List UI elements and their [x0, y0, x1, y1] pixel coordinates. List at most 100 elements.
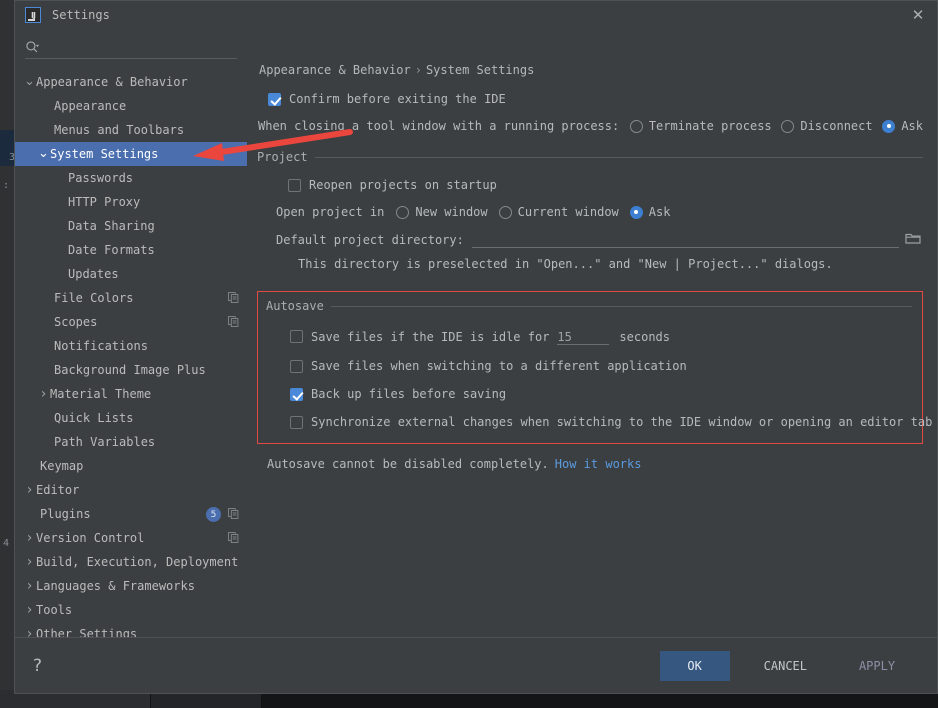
- help-button[interactable]: ?: [33, 656, 42, 676]
- radio-terminate-process[interactable]: [629, 119, 643, 133]
- autosave-sync-row[interactable]: Synchronize external changes when switch…: [266, 415, 932, 429]
- sidebar-item-editor[interactable]: › Editor: [15, 478, 247, 502]
- search-box[interactable]: [25, 37, 237, 59]
- settings-tree[interactable]: ⌄ Appearance & Behavior Appearance Menus an…: [15, 70, 247, 637]
- dialog-body: ⌄ Appearance & Behavior Appearance Menus an…: [15, 29, 937, 637]
- radio-current-window-label[interactable]: Current window: [518, 205, 619, 219]
- dialog-footer: ? OK CANCEL APPLY: [15, 637, 937, 693]
- sidebar-item-updates[interactable]: Updates: [15, 262, 247, 286]
- project-group: Project Reopen projects on startup Open …: [257, 149, 923, 271]
- chevron-right-icon[interactable]: ›: [23, 554, 36, 570]
- sidebar-item-material-theme[interactable]: › Material Theme: [15, 382, 247, 406]
- chevron-right-icon[interactable]: ›: [23, 482, 36, 498]
- sidebar-item-notifications[interactable]: Notifications: [15, 334, 247, 358]
- radio-ask-openproject-label[interactable]: Ask: [649, 205, 671, 219]
- radio-terminate-process-label[interactable]: Terminate process: [649, 119, 772, 133]
- project-group-divider: [314, 156, 923, 158]
- chevron-right-icon[interactable]: ›: [23, 530, 36, 546]
- autosave-group-header: Autosave: [266, 298, 912, 314]
- sidebar-item-date-formats[interactable]: Date Formats: [15, 238, 247, 262]
- sidebar-item-label: Keymap: [40, 459, 84, 473]
- autosave-backup-row[interactable]: Back up files before saving: [266, 387, 912, 401]
- sidebar-item-menus-and-toolbars[interactable]: Menus and Toolbars: [15, 118, 247, 142]
- chevron-right-icon[interactable]: ›: [37, 386, 50, 402]
- chevron-right-icon[interactable]: ›: [23, 578, 36, 594]
- reopen-projects-row[interactable]: Reopen projects on startup: [257, 178, 923, 192]
- sidebar-item-quick-lists[interactable]: Quick Lists: [15, 406, 247, 430]
- tool-window-process-row: When closing a tool window with a runnin…: [257, 119, 923, 133]
- settings-sidebar: ⌄ Appearance & Behavior Appearance Menus an…: [15, 29, 247, 637]
- sidebar-item-appearance[interactable]: Appearance: [15, 94, 247, 118]
- radio-ask-toolwindow[interactable]: [882, 119, 896, 133]
- sidebar-item-label: Tools: [36, 603, 73, 617]
- radio-new-window[interactable]: [396, 205, 410, 219]
- autosave-note-row: Autosave cannot be disabled completely. …: [257, 457, 923, 471]
- autosave-group-title: Autosave: [266, 299, 324, 313]
- confirm-exit-checkbox[interactable]: [268, 92, 281, 106]
- settings-content-panel: Appearance & Behavior › System Settings Co…: [247, 29, 937, 637]
- sidebar-item-system-settings[interactable]: ⌄ System Settings: [15, 142, 247, 166]
- sidebar-item-tools[interactable]: › Tools: [15, 598, 247, 622]
- how-it-works-link[interactable]: How it works: [555, 457, 642, 471]
- autosave-switch-app-row[interactable]: Save files when switching to a different…: [266, 359, 912, 373]
- autosave-backup-checkbox[interactable]: [290, 387, 303, 401]
- apply-button[interactable]: APPLY: [841, 651, 913, 681]
- sidebar-item-scopes[interactable]: Scopes: [15, 310, 247, 334]
- autosave-switch-app-checkbox[interactable]: [290, 359, 303, 373]
- autosave-idle-label: Save files if the IDE is idle for: [311, 329, 550, 344]
- chevron-down-icon[interactable]: ⌄: [37, 147, 50, 160]
- radio-disconnect-label[interactable]: Disconnect: [800, 119, 872, 133]
- dialog-title: Settings: [52, 8, 110, 22]
- sidebar-search-area: [15, 29, 247, 59]
- ok-button[interactable]: OK: [659, 650, 730, 681]
- cancel-button[interactable]: CANCEL: [748, 651, 823, 681]
- sidebar-item-path-variables[interactable]: Path Variables: [15, 430, 247, 454]
- sidebar-item-label: Notifications: [54, 339, 148, 353]
- radio-new-window-label[interactable]: New window: [415, 205, 487, 219]
- radio-disconnect[interactable]: [781, 119, 795, 133]
- copy-settings-icon[interactable]: [228, 292, 239, 303]
- search-input[interactable]: [45, 40, 237, 55]
- chevron-right-icon[interactable]: ›: [23, 626, 36, 637]
- sidebar-item-build-execution-deployment[interactable]: › Build, Execution, Deployment: [15, 550, 247, 574]
- copy-settings-icon[interactable]: [228, 316, 239, 327]
- default-project-directory-field[interactable]: [471, 231, 899, 248]
- chevron-down-icon[interactable]: ⌄: [23, 75, 36, 88]
- sidebar-item-version-control[interactable]: › Version Control: [15, 526, 247, 550]
- autosave-sync-checkbox[interactable]: [290, 415, 303, 429]
- autosave-idle-row[interactable]: Save files if the IDE is idle for 15 sec…: [266, 328, 912, 345]
- confirm-exit-row[interactable]: Confirm before exiting the IDE: [257, 92, 923, 106]
- sidebar-item-data-sharing[interactable]: Data Sharing: [15, 214, 247, 238]
- sidebar-item-languages-frameworks[interactable]: › Languages & Frameworks: [15, 574, 247, 598]
- sidebar-item-other-settings[interactable]: › Other Settings: [15, 622, 247, 637]
- search-icon: [25, 40, 45, 55]
- autosave-idle-seconds-input[interactable]: 15: [557, 328, 610, 345]
- sidebar-item-appearance-behavior[interactable]: ⌄ Appearance & Behavior: [15, 70, 247, 94]
- sidebar-item-label: Background Image Plus: [54, 363, 206, 377]
- chevron-right-icon[interactable]: ›: [23, 602, 36, 618]
- sidebar-item-label: Editor: [36, 483, 80, 497]
- radio-current-window[interactable]: [498, 205, 512, 219]
- dialog-titlebar: IJ Settings ✕: [15, 1, 937, 29]
- sidebar-item-http-proxy[interactable]: HTTP Proxy: [15, 190, 247, 214]
- breadcrumb-parent[interactable]: Appearance & Behavior: [259, 63, 411, 77]
- sidebar-item-file-colors[interactable]: File Colors: [15, 286, 247, 310]
- folder-icon[interactable]: [905, 231, 923, 248]
- sidebar-item-label: File Colors: [54, 291, 134, 305]
- sidebar-item-keymap[interactable]: Keymap: [15, 454, 247, 478]
- copy-settings-icon[interactable]: [228, 508, 239, 519]
- sidebar-item-plugins[interactable]: Plugins 5: [15, 502, 247, 526]
- radio-ask-toolwindow-label[interactable]: Ask: [901, 119, 923, 133]
- open-project-in-row: Open project in New window Current windo…: [257, 205, 923, 219]
- sidebar-item-label: HTTP Proxy: [68, 195, 141, 209]
- default-directory-hint: This directory is preselected in "Open..…: [257, 257, 923, 271]
- copy-settings-icon[interactable]: [228, 532, 239, 543]
- reopen-projects-checkbox[interactable]: [288, 178, 301, 192]
- sidebar-item-label: Updates: [68, 267, 119, 281]
- sidebar-item-passwords[interactable]: Passwords: [15, 166, 247, 190]
- autosave-idle-checkbox[interactable]: [290, 330, 303, 343]
- sidebar-item-background-image-plus[interactable]: Background Image Plus: [15, 358, 247, 382]
- close-icon[interactable]: ✕: [909, 6, 927, 24]
- radio-ask-openproject[interactable]: [629, 205, 643, 219]
- project-group-title: Project: [257, 150, 308, 164]
